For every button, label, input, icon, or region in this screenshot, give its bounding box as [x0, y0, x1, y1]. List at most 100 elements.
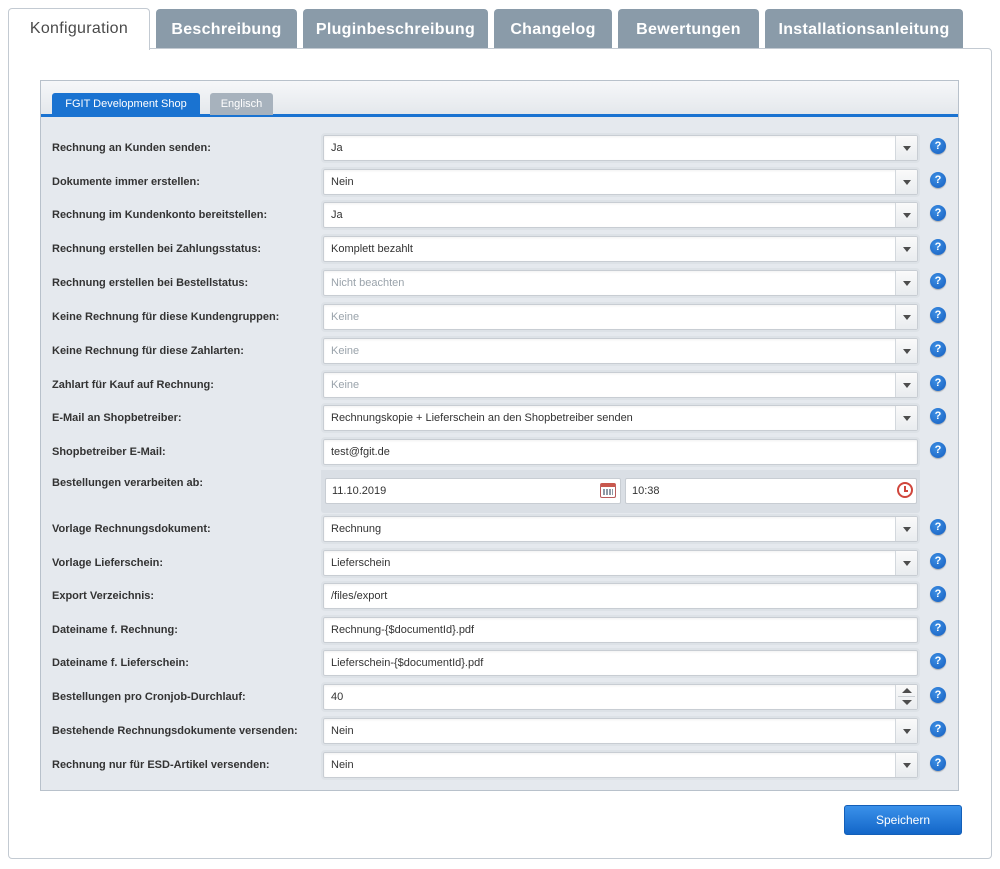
input-value: /files/export	[331, 590, 388, 602]
help-icon[interactable]: ?	[930, 653, 946, 669]
help-icon[interactable]: ?	[930, 687, 946, 703]
select-value: Ja	[331, 209, 343, 221]
help-icon[interactable]: ?	[930, 442, 946, 458]
field-label: Dokumente immer erstellen:	[52, 176, 200, 188]
chevron-down-icon[interactable]	[895, 271, 917, 295]
select-value: Komplett bezahlt	[331, 243, 413, 255]
help-icon[interactable]: ?	[930, 138, 946, 154]
chevron-down-icon[interactable]	[895, 203, 917, 227]
select-value: Keine	[331, 345, 360, 357]
field-label: Rechnung an Kunden senden:	[52, 142, 211, 154]
field-label: Bestellungen pro Cronjob-Durchlauf:	[52, 691, 246, 703]
invoice-to-customer-select[interactable]: Ja	[321, 133, 920, 163]
field-label: E-Mail an Shopbetreiber:	[52, 412, 182, 424]
field-label: Keine Rechnung für diese Kundengruppen:	[52, 311, 280, 323]
tab-beschreibung[interactable]: Beschreibung	[156, 9, 297, 48]
field-label: Dateiname f. Rechnung:	[52, 624, 178, 636]
stepper-down-icon[interactable]	[902, 700, 912, 705]
help-icon[interactable]: ?	[930, 273, 946, 289]
field-label: Rechnung nur für ESD-Artikel versenden:	[52, 759, 270, 771]
stepper-divider	[898, 696, 915, 697]
help-icon[interactable]: ?	[930, 172, 946, 188]
delivery-note-template-select[interactable]: Lieferschein	[321, 548, 920, 578]
help-icon[interactable]: ?	[930, 375, 946, 391]
plugin-tab-bar: Konfiguration Beschreibung Pluginbeschre…	[8, 8, 992, 50]
export-directory-input[interactable]: /files/export	[321, 581, 920, 611]
invoice-payment-method-select[interactable]: Keine	[321, 370, 920, 400]
help-icon[interactable]: ?	[930, 519, 946, 535]
tab-bewertungen[interactable]: Bewertungen	[618, 9, 759, 48]
chevron-down-icon[interactable]	[895, 305, 917, 329]
input-value: Rechnung-{$documentId}.pdf	[331, 624, 475, 636]
chevron-down-icon[interactable]	[895, 170, 917, 194]
chevron-down-icon[interactable]	[895, 237, 917, 261]
invoice-filename-input[interactable]: Rechnung-{$documentId}.pdf	[321, 615, 920, 645]
select-value: Rechnungskopie + Lieferschein an den Sho…	[331, 412, 633, 424]
tab-changelog[interactable]: Changelog	[494, 9, 612, 48]
shop-owner-email-input[interactable]: test@fgit.de	[321, 437, 920, 467]
help-icon[interactable]: ?	[930, 307, 946, 323]
always-create-documents-select[interactable]: Nein	[321, 167, 920, 197]
tab-installationsanleitung[interactable]: Installationsanleitung	[765, 9, 963, 48]
tab-konfiguration[interactable]: Konfiguration	[8, 8, 150, 50]
time-input[interactable]: 10:38	[625, 478, 917, 504]
chevron-down-icon[interactable]	[895, 753, 917, 777]
chevron-down-icon[interactable]	[895, 136, 917, 160]
field-label: Export Verzeichnis:	[52, 590, 155, 602]
date-input[interactable]: 11.10.2019	[325, 478, 621, 504]
help-icon[interactable]: ?	[930, 586, 946, 602]
select-value: Nein	[331, 725, 354, 737]
shop-tab-bar: FGIT Development Shop Englisch	[41, 81, 958, 117]
payment-methods-select[interactable]: Keine	[321, 336, 920, 366]
help-icon[interactable]: ?	[930, 620, 946, 636]
chevron-down-icon[interactable]	[895, 551, 917, 575]
esd-only-invoices-select[interactable]: Nein	[321, 750, 920, 780]
field-label: Vorlage Lieferschein:	[52, 557, 164, 569]
orders-per-cronjob-stepper[interactable]: 40	[321, 682, 920, 712]
time-value: 10:38	[632, 485, 660, 497]
delivery-note-filename-input[interactable]: Lieferschein-{$documentId}.pdf	[321, 648, 920, 678]
help-icon[interactable]: ?	[930, 755, 946, 771]
invoice-template-select[interactable]: Rechnung	[321, 514, 920, 544]
shop-owner-email-mode-select[interactable]: Rechnungskopie + Lieferschein an den Sho…	[321, 403, 920, 433]
select-value: Keine	[331, 311, 360, 323]
field-label: Dateiname f. Lieferschein:	[52, 657, 189, 669]
select-value: Nicht beachten	[331, 277, 405, 289]
select-value: Lieferschein	[331, 557, 391, 569]
input-value: Lieferschein-{$documentId}.pdf	[331, 657, 484, 669]
field-label: Keine Rechnung für diese Zahlarten:	[52, 345, 244, 357]
stepper-up-icon[interactable]	[902, 688, 912, 693]
help-icon[interactable]: ?	[930, 553, 946, 569]
tab-shop-englisch[interactable]: Englisch	[210, 93, 273, 115]
calendar-icon[interactable]	[600, 483, 616, 498]
tab-pluginbeschreibung[interactable]: Pluginbeschreibung	[303, 9, 488, 48]
order-status-select[interactable]: Nicht beachten	[321, 268, 920, 298]
chevron-down-icon[interactable]	[895, 406, 917, 430]
field-label: Vorlage Rechnungsdokument:	[52, 523, 211, 535]
field-label: Bestellungen verarbeiten ab:	[52, 477, 203, 489]
customer-groups-select[interactable]: Keine	[321, 302, 920, 332]
payment-status-select[interactable]: Komplett bezahlt	[321, 234, 920, 264]
date-value: 11.10.2019	[332, 485, 387, 497]
save-button[interactable]: Speichern	[844, 805, 962, 835]
select-value: Ja	[331, 142, 343, 154]
chevron-down-icon[interactable]	[895, 339, 917, 363]
input-value: test@fgit.de	[331, 446, 390, 458]
tab-shop-fgit-development[interactable]: FGIT Development Shop	[52, 93, 200, 115]
select-value: Nein	[331, 176, 354, 188]
field-label: Rechnung erstellen bei Bestellstatus:	[52, 277, 249, 289]
help-icon[interactable]: ?	[930, 239, 946, 255]
send-existing-invoices-select[interactable]: Nein	[321, 716, 920, 746]
help-icon[interactable]: ?	[930, 341, 946, 357]
chevron-down-icon[interactable]	[895, 719, 917, 743]
chevron-down-icon[interactable]	[895, 373, 917, 397]
select-value: Keine	[331, 379, 360, 391]
select-value: Nein	[331, 759, 354, 771]
clock-icon[interactable]	[897, 482, 913, 498]
help-icon[interactable]: ?	[930, 205, 946, 221]
field-label: Rechnung erstellen bei Zahlungsstatus:	[52, 243, 262, 255]
invoice-in-account-select[interactable]: Ja	[321, 200, 920, 230]
chevron-down-icon[interactable]	[895, 517, 917, 541]
help-icon[interactable]: ?	[930, 721, 946, 737]
help-icon[interactable]: ?	[930, 408, 946, 424]
